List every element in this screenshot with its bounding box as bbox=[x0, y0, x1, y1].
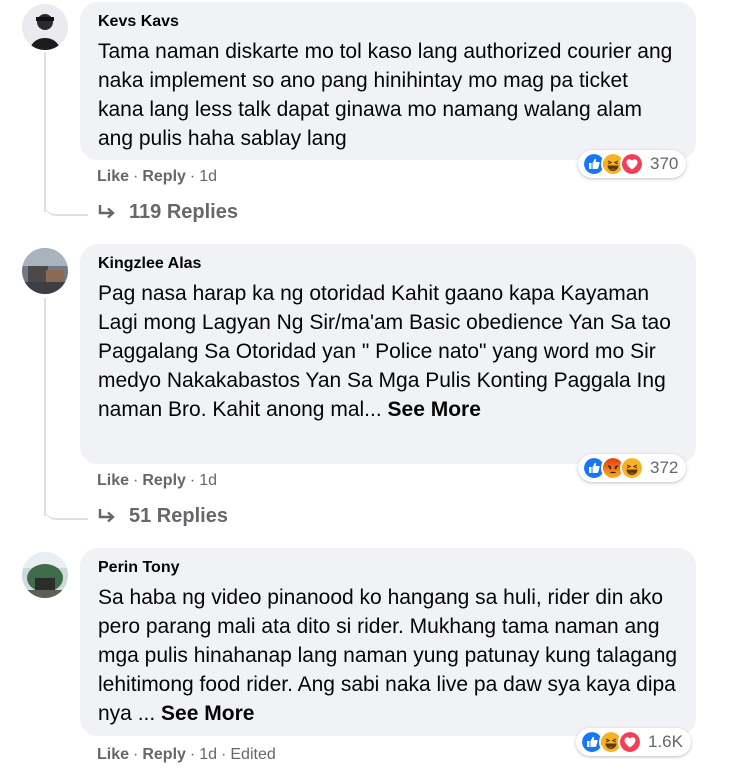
reply-connector bbox=[44, 494, 88, 520]
separator-dot: · bbox=[189, 472, 196, 489]
comment-text: Sa haba ng video pinanood ko hangang sa … bbox=[98, 583, 678, 728]
separator-dot: · bbox=[133, 168, 139, 185]
reaction-summary[interactable]: 1.6K bbox=[576, 728, 691, 756]
comment-actions: Like · Reply · 1d bbox=[97, 168, 217, 186]
love-reaction-icon bbox=[620, 152, 644, 176]
separator-dot: · bbox=[189, 746, 196, 763]
reply-arrow-icon bbox=[98, 508, 115, 522]
reaction-count: 372 bbox=[650, 458, 679, 477]
separator-dot: · bbox=[133, 746, 139, 763]
like-button[interactable]: Like bbox=[97, 746, 129, 763]
separator-dot: · bbox=[221, 746, 227, 763]
thread-line bbox=[44, 298, 46, 516]
comment-body: Tama naman diskarte mo tol kaso lang aut… bbox=[98, 40, 673, 150]
reaction-count: 370 bbox=[650, 154, 679, 173]
see-more-link[interactable]: See More bbox=[388, 398, 481, 421]
comment-author[interactable]: Perin Tony bbox=[98, 558, 678, 578]
comment-bubble: Kevs Kavs Tama naman diskarte mo tol kas… bbox=[80, 2, 696, 160]
comment-actions: Like · Reply · 1d bbox=[97, 472, 217, 490]
avatar-image bbox=[22, 552, 68, 598]
reaction-summary[interactable]: 370 bbox=[578, 150, 687, 178]
comment-bubble: Perin Tony Sa haba ng video pinanood ko … bbox=[80, 548, 696, 736]
comment-timestamp[interactable]: 1d bbox=[199, 472, 217, 489]
comment-actions: Like · Reply · 1d · Edited bbox=[97, 746, 276, 764]
replies-count: 51 Replies bbox=[129, 505, 228, 527]
comment-author[interactable]: Kevs Kavs bbox=[98, 12, 678, 32]
thread-line bbox=[44, 52, 46, 212]
like-button[interactable]: Like bbox=[97, 168, 129, 185]
comment-timestamp[interactable]: 1d bbox=[199, 168, 217, 185]
separator-dot: · bbox=[133, 472, 139, 489]
comment-body: Pag nasa harap ka ng otoridad Kahit gaan… bbox=[98, 282, 671, 421]
replies-count: 119 Replies bbox=[129, 201, 238, 223]
comment-bubble: Kingzlee Alas Pag nasa harap ka ng otori… bbox=[80, 244, 696, 464]
avatar[interactable] bbox=[22, 248, 68, 294]
comment-timestamp[interactable]: 1d bbox=[199, 746, 217, 763]
avatar[interactable] bbox=[22, 552, 68, 598]
avatar-image bbox=[22, 4, 68, 50]
reply-connector bbox=[44, 190, 88, 216]
reaction-summary[interactable]: 372 bbox=[578, 454, 687, 482]
comment-text: Pag nasa harap ka ng otoridad Kahit gaan… bbox=[98, 279, 678, 424]
reply-arrow-icon bbox=[98, 204, 115, 218]
avatar-image bbox=[22, 248, 68, 294]
haha-reaction-icon bbox=[620, 456, 644, 480]
like-button[interactable]: Like bbox=[97, 472, 129, 489]
edited-label: Edited bbox=[230, 746, 276, 763]
view-replies-link[interactable]: 51 Replies bbox=[97, 505, 228, 528]
separator-dot: · bbox=[189, 168, 196, 185]
love-reaction-icon bbox=[618, 730, 642, 754]
see-more-link[interactable]: See More bbox=[161, 702, 254, 725]
reply-button[interactable]: Reply bbox=[142, 472, 186, 489]
avatar[interactable] bbox=[22, 4, 68, 50]
comment-text: Tama naman diskarte mo tol kaso lang aut… bbox=[98, 37, 678, 153]
reply-button[interactable]: Reply bbox=[142, 746, 186, 763]
view-replies-link[interactable]: 119 Replies bbox=[97, 201, 238, 224]
reply-button[interactable]: Reply bbox=[142, 168, 186, 185]
comment-author[interactable]: Kingzlee Alas bbox=[98, 254, 678, 274]
reaction-count: 1.6K bbox=[648, 732, 683, 751]
